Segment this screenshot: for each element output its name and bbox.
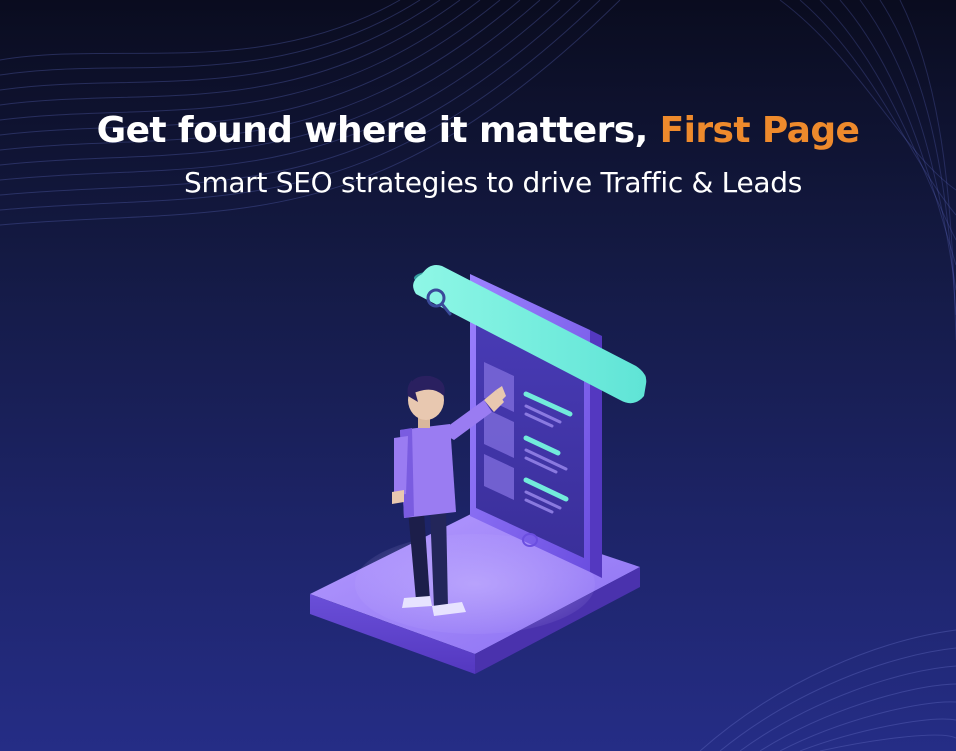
headline: Get found where it matters, First Page [0, 108, 956, 154]
headline-main: Get found where it matters, [96, 110, 649, 151]
seo-banner: Get found where it matters, First Page S… [0, 0, 956, 751]
subheadline: Smart SEO strategies to drive Traffic & … [183, 166, 803, 199]
seo-illustration [310, 265, 647, 674]
headline-highlight: First Page [659, 110, 860, 151]
